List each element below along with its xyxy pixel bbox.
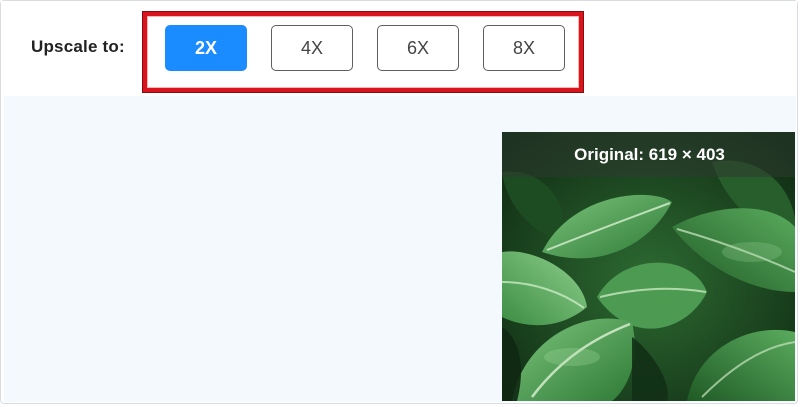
original-size-text: Original: 619 × 403: [574, 144, 725, 164]
scale-8x-button[interactable]: 8X: [483, 25, 565, 71]
scale-2x-button[interactable]: 2X: [165, 25, 247, 71]
original-size-caption: Original: 619 × 403: [502, 132, 795, 177]
original-image-preview: Original: 619 × 403: [502, 132, 795, 401]
upscaler-panel: Upscale to: 2X 4X 6X 8X Original: 619 × …: [0, 0, 798, 404]
upscale-label: Upscale to:: [31, 37, 125, 56]
upscale-toolbar: Upscale to: 2X 4X 6X 8X: [1, 1, 797, 96]
scale-6x-button[interactable]: 6X: [377, 25, 459, 71]
scale-4x-button[interactable]: 4X: [271, 25, 353, 71]
